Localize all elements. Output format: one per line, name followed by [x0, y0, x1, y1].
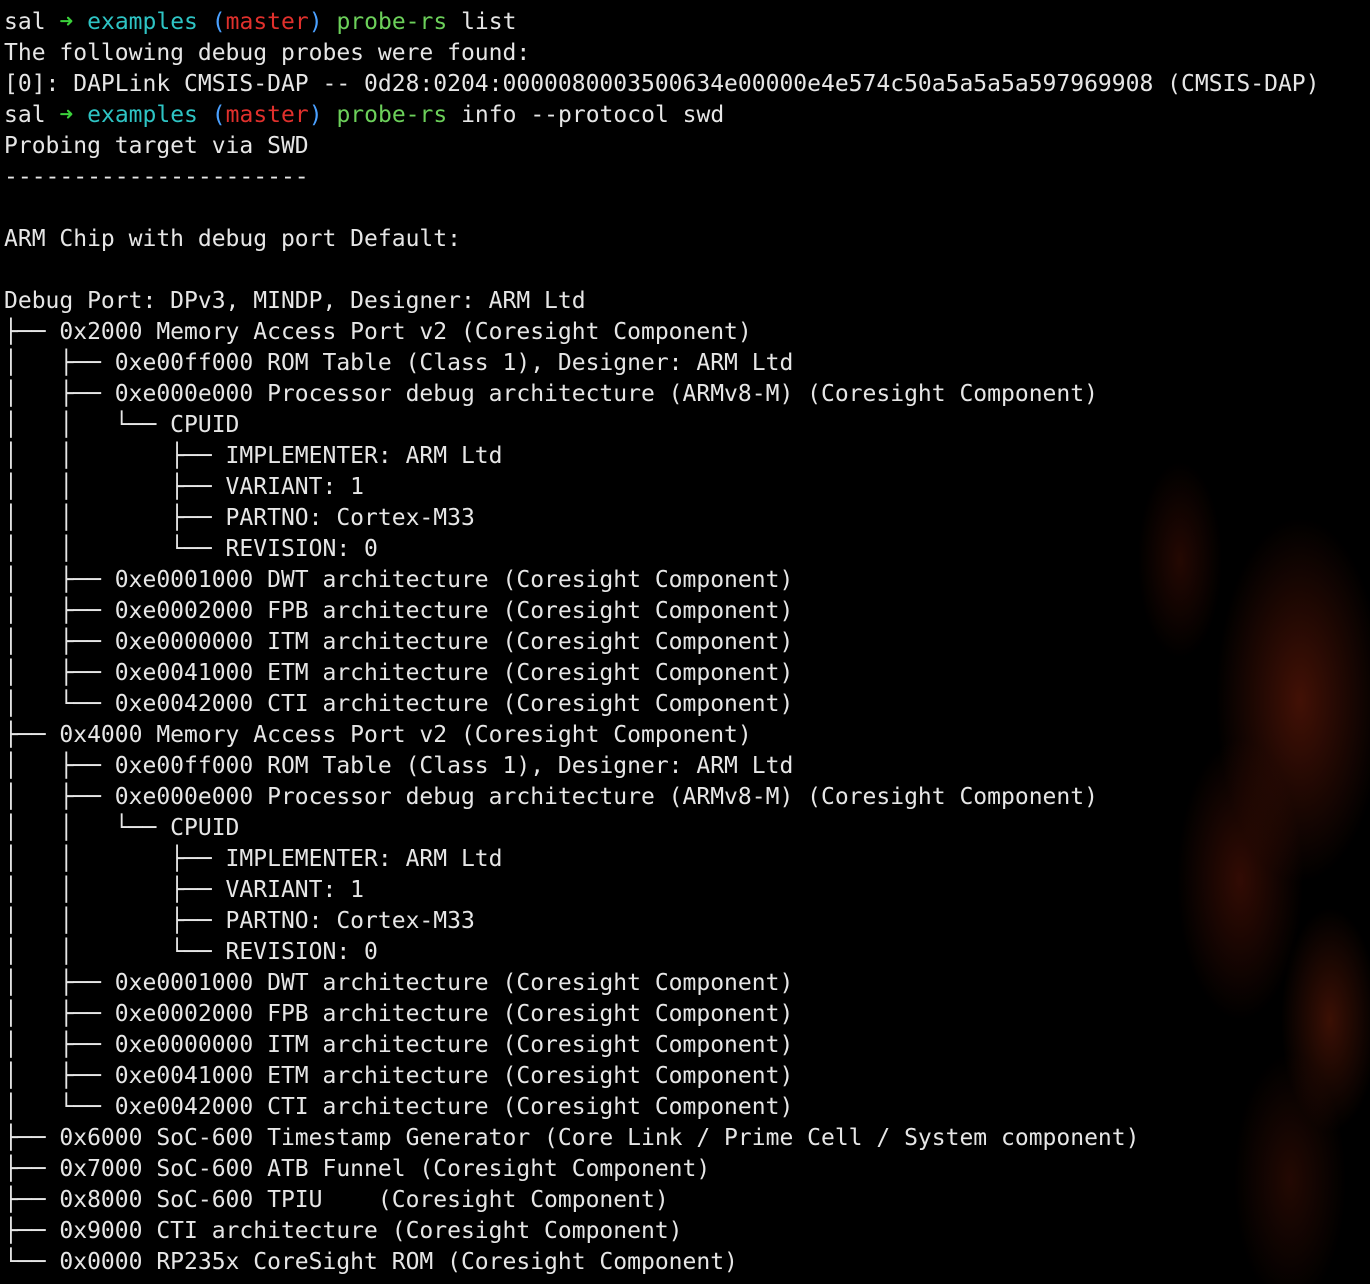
output-line: │ │ ├── IMPLEMENTER: ARM Ltd	[4, 846, 503, 872]
prompt-line: sal ➜ examples (master) probe-rs info --…	[4, 100, 1319, 131]
output-line: │ ├── 0xe000e000 Processor debug archite…	[4, 381, 1098, 407]
output-line: │ ├── 0xe0000000 ITM architecture (Cores…	[4, 629, 794, 655]
git-branch: master	[225, 9, 309, 35]
output-line: └── 0x0000 RP235x CoreSight ROM (Coresig…	[4, 1249, 738, 1275]
terminal-output: sal ➜ examples (master) probe-rs list Th…	[4, 7, 1319, 1278]
git-paren-close: )	[308, 102, 323, 128]
command-args: list	[461, 9, 517, 35]
output-line: │ ├── 0xe0041000 ETM architecture (Cores…	[4, 660, 794, 686]
output-line: ├── 0x6000 SoC-600 Timestamp Generator (…	[4, 1125, 1140, 1151]
prompt-line: sal ➜ examples (master) probe-rs list	[4, 7, 1319, 38]
output-line: │ │ └── REVISION: 0	[4, 939, 378, 965]
command-name: probe-rs	[336, 102, 448, 128]
output-line: ├── 0x8000 SoC-600 TPIU (Coresight Compo…	[4, 1187, 669, 1213]
output-line: ARM Chip with debug port Default:	[4, 226, 461, 252]
prompt-arrow-icon: ➜	[59, 9, 74, 35]
output-line: │ ├── 0xe0002000 FPB architecture (Cores…	[4, 1001, 794, 1027]
output-line: │ ├── 0xe000e000 Processor debug archite…	[4, 784, 1098, 810]
output-line: │ │ ├── PARTNO: Cortex-M33	[4, 908, 475, 934]
output-line: ├── 0x7000 SoC-600 ATB Funnel (Coresight…	[4, 1156, 711, 1182]
git-paren-close: )	[308, 9, 323, 35]
output-line: │ ├── 0xe0001000 DWT architecture (Cores…	[4, 970, 794, 996]
output-line: │ ├── 0xe0000000 ITM architecture (Cores…	[4, 1032, 794, 1058]
output-line: │ │ └── CPUID	[4, 815, 240, 841]
output-line: ----------------------	[4, 164, 309, 190]
info-output: Probing target via SWD ------------------…	[4, 131, 1319, 1278]
output-line: │ ├── 0xe0002000 FPB architecture (Cores…	[4, 598, 794, 624]
output-line: │ ├── 0xe0001000 DWT architecture (Cores…	[4, 567, 794, 593]
output-line: │ ├── 0xe0041000 ETM architecture (Cores…	[4, 1063, 794, 1089]
prompt-user: sal	[4, 102, 46, 128]
git-paren-open: (	[211, 9, 226, 35]
output-line: │ ├── 0xe00ff000 ROM Table (Class 1), De…	[4, 753, 794, 779]
output-line: The following debug probes were found:	[4, 40, 531, 66]
output-line: ├── 0x2000 Memory Access Port v2 (Coresi…	[4, 319, 752, 345]
output-line: Debug Port: DPv3, MINDP, Designer: ARM L…	[4, 288, 586, 314]
output-line: │ │ ├── IMPLEMENTER: ARM Ltd	[4, 443, 503, 469]
terminal-window[interactable]: sal ➜ examples (master) probe-rs list Th…	[0, 0, 1370, 1284]
output-line: [0]: DAPLink CMSIS-DAP -- 0d28:0204:0000…	[4, 71, 1320, 97]
output-line: ├── 0x4000 Memory Access Port v2 (Coresi…	[4, 722, 752, 748]
prompt-user: sal	[4, 9, 46, 35]
output-line: │ │ └── REVISION: 0	[4, 536, 378, 562]
command-args: info --protocol swd	[461, 102, 725, 128]
prompt-arrow-icon: ➜	[59, 102, 74, 128]
output-line: Probing target via SWD	[4, 133, 309, 159]
git-branch: master	[225, 102, 309, 128]
output-line: │ │ ├── PARTNO: Cortex-M33	[4, 505, 475, 531]
output-line: │ │ ├── VARIANT: 1	[4, 474, 365, 500]
output-line: │ ├── 0xe00ff000 ROM Table (Class 1), De…	[4, 350, 794, 376]
git-paren-open: (	[211, 102, 226, 128]
output-line: │ │ ├── VARIANT: 1	[4, 877, 365, 903]
command-name: probe-rs	[336, 9, 448, 35]
output-line: ├── 0x9000 CTI architecture (Coresight C…	[4, 1218, 683, 1244]
output-line: │ └── 0xe0042000 CTI architecture (Cores…	[4, 691, 794, 717]
output-line: │ └── 0xe0042000 CTI architecture (Cores…	[4, 1094, 794, 1120]
output-line: │ │ └── CPUID	[4, 412, 240, 438]
prompt-directory: examples	[87, 9, 198, 35]
prompt-directory: examples	[87, 102, 198, 128]
